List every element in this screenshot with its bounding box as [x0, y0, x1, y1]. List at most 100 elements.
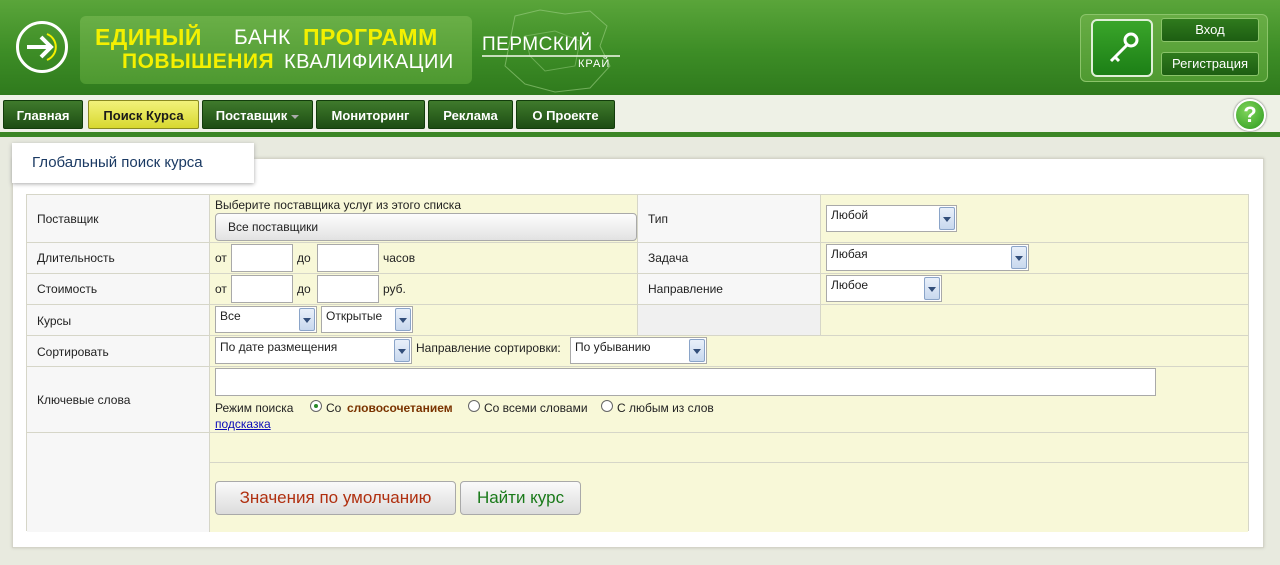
page-title: Глобальный поиск курса: [12, 143, 254, 183]
chevron-down-icon: [291, 114, 300, 119]
duration-value-cell: от до часов: [210, 243, 638, 274]
menu-item-home[interactable]: Главная: [3, 100, 83, 129]
cost-to-label: до: [297, 282, 311, 296]
sort-direction-label: Направление сортировки:: [416, 341, 561, 355]
mode-any-label: С любым из слов: [617, 401, 714, 415]
auth-panel: Вход Регистрация: [1080, 14, 1268, 82]
sort-label: Сортировать: [37, 345, 109, 359]
sort-direction-value: По убыванию: [575, 340, 651, 354]
mode-phrase-radio[interactable]: [310, 400, 322, 412]
key-icon: [1091, 19, 1153, 77]
type-select-value: Любой: [831, 208, 869, 222]
duration-from-label: от: [215, 251, 227, 265]
mode-all-radio[interactable]: [468, 400, 480, 412]
duration-from-input[interactable]: [231, 244, 293, 272]
logo-word-povysheniya: ПОВЫШЕНИЯ: [122, 50, 275, 73]
duration-label: Длительность: [37, 251, 115, 265]
cost-unit: руб.: [383, 282, 406, 296]
logo-word-edinyi: ЕДИНЫЙ: [95, 24, 202, 50]
find-course-button[interactable]: Найти курс: [460, 481, 581, 515]
menu-item-provider-label: Поставщик: [215, 108, 288, 123]
courses-status-select[interactable]: Открытые: [321, 306, 413, 333]
login-button[interactable]: Вход: [1161, 18, 1259, 42]
duration-to-input[interactable]: [317, 244, 379, 272]
chevron-down-icon: [1011, 246, 1027, 269]
courses-status-value: Открытые: [326, 309, 383, 323]
direction-value-cell: Любое: [821, 274, 1248, 305]
cost-value-cell: от до руб.: [210, 274, 638, 305]
provider-label-cell: Поставщик: [27, 195, 210, 243]
chevron-down-icon: [924, 277, 940, 300]
direction-select[interactable]: Любое: [826, 275, 942, 302]
type-select[interactable]: Любой: [826, 205, 957, 232]
reset-defaults-button[interactable]: Значения по умолчанию: [215, 481, 456, 515]
task-label-cell: Задача: [638, 243, 821, 274]
provider-label: Поставщик: [37, 212, 99, 226]
logo-word-programm: ПРОГРАММ: [303, 24, 438, 50]
keywords-input[interactable]: [215, 368, 1156, 396]
sort-direction-select[interactable]: По убыванию: [570, 337, 707, 364]
sort-value-cell: По дате размещения Направление сортировк…: [210, 336, 1248, 367]
chevron-down-icon: [395, 308, 411, 331]
region-subtitle: КРАЙ: [578, 58, 611, 70]
main-menu: Главная Поиск Курса Поставщик Мониторинг…: [0, 95, 1280, 137]
sort-label-cell: Сортировать: [27, 336, 210, 367]
menu-item-monitoring[interactable]: Мониторинг: [316, 100, 425, 129]
task-value-cell: Любая: [821, 243, 1248, 274]
chevron-down-icon: [394, 339, 410, 362]
type-label: Тип: [648, 212, 669, 226]
courses-label: Курсы: [37, 314, 72, 328]
hint-link[interactable]: подсказка: [215, 417, 271, 431]
logo-arrow-icon[interactable]: [16, 21, 68, 73]
type-label-cell: Тип: [638, 195, 821, 243]
register-button[interactable]: Регистрация: [1161, 52, 1259, 76]
empty-value-cell: [821, 305, 1248, 336]
task-label: Задача: [648, 251, 689, 265]
task-select[interactable]: Любая: [826, 244, 1029, 271]
menu-item-provider[interactable]: Поставщик: [202, 100, 313, 129]
sort-field-value: По дате размещения: [220, 340, 338, 354]
cost-label: Стоимость: [37, 282, 98, 296]
region-divider: [482, 55, 620, 57]
keywords-label-cell: Ключевые слова: [27, 367, 210, 433]
region-name: ПЕРМСКИЙ: [482, 34, 593, 55]
actions-cell: Значения по умолчанию Найти курс: [210, 463, 1248, 532]
keywords-value-cell: Режим поиска Со словосочетанием Со всеми…: [210, 367, 1248, 433]
cost-from-label: от: [215, 282, 227, 296]
logo-word-bank: БАНК: [234, 26, 291, 49]
spacer-cell: [210, 433, 1248, 463]
sort-field-select[interactable]: По дате размещения: [215, 337, 412, 364]
direction-select-value: Любое: [831, 278, 869, 292]
actions-label-cell: [27, 433, 210, 532]
mode-phrase-label-a: Со: [326, 401, 342, 415]
site-header: ЕДИНЫЙ БАНК ПРОГРАММ ПОВЫШЕНИЯ КВАЛИФИКА…: [0, 0, 1280, 95]
task-select-value: Любая: [831, 247, 868, 261]
mode-any-radio[interactable]: [601, 400, 613, 412]
courses-value-cell: Все Открытые: [210, 305, 638, 336]
search-mode-label: Режим поиска: [215, 401, 294, 415]
cost-from-input[interactable]: [231, 275, 293, 303]
chevron-down-icon: [689, 339, 705, 362]
cost-label-cell: Стоимость: [27, 274, 210, 305]
chevron-down-icon: [939, 207, 955, 230]
cost-to-input[interactable]: [317, 275, 379, 303]
menu-item-course-search[interactable]: Поиск Курса: [88, 100, 199, 129]
provider-hint: Выберите поставщика услуг из этого списк…: [215, 198, 461, 212]
chevron-down-icon: [299, 308, 315, 331]
help-icon[interactable]: ?: [1234, 99, 1266, 131]
menu-item-ads[interactable]: Реклама: [428, 100, 513, 129]
mode-all-label: Со всеми словами: [484, 401, 588, 415]
courses-scope-select[interactable]: Все: [215, 306, 317, 333]
mode-phrase-label-b: словосочетанием: [347, 401, 453, 415]
direction-label: Направление: [648, 282, 723, 296]
direction-label-cell: Направление: [638, 274, 821, 305]
empty-label-cell: [638, 305, 821, 336]
duration-unit: часов: [383, 251, 416, 265]
logo-word-kvalifikatsii: КВАЛИФИКАЦИИ: [284, 51, 454, 73]
duration-label-cell: Длительность: [27, 243, 210, 274]
type-value-cell: Любой: [821, 195, 1248, 243]
duration-to-label: до: [297, 251, 311, 265]
search-form: Поставщик Выберите поставщика услуг из э…: [26, 194, 1249, 532]
menu-item-about[interactable]: О Проекте: [516, 100, 615, 129]
all-providers-button[interactable]: Все поставщики: [215, 213, 637, 241]
